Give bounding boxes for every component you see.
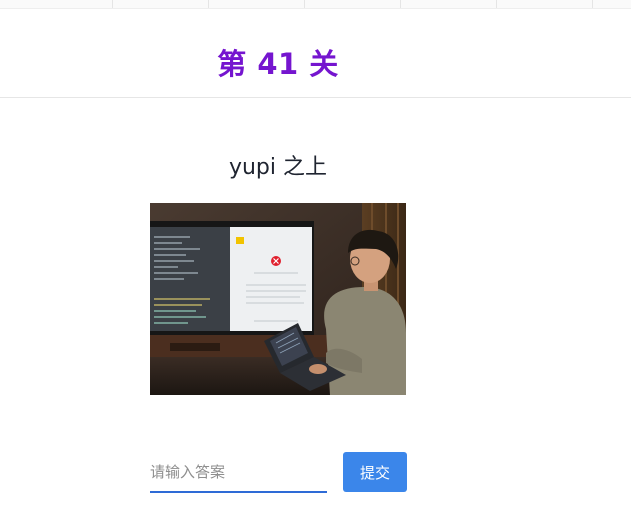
level-title: 第 41 关 (217, 47, 339, 81)
submit-button[interactable]: 提交 (343, 452, 407, 492)
top-strip-divider (496, 0, 497, 8)
answer-field-wrapper (150, 455, 327, 493)
top-strip-divider (304, 0, 305, 8)
puzzle-title: yupi 之上 (228, 155, 328, 180)
top-strip-divider (112, 0, 113, 8)
top-strip-divider (592, 0, 593, 8)
top-strip-divider (208, 0, 209, 8)
puzzle-photo-illustration (150, 203, 406, 395)
answer-input[interactable] (150, 455, 327, 489)
puzzle-image (150, 203, 406, 395)
page: 第 41 关 yupi 之上 请输入答案 提交 (0, 0, 631, 516)
top-strip-divider (400, 0, 401, 8)
level-header: 第 41 关 (0, 9, 631, 98)
top-navigation-strip (0, 0, 631, 9)
